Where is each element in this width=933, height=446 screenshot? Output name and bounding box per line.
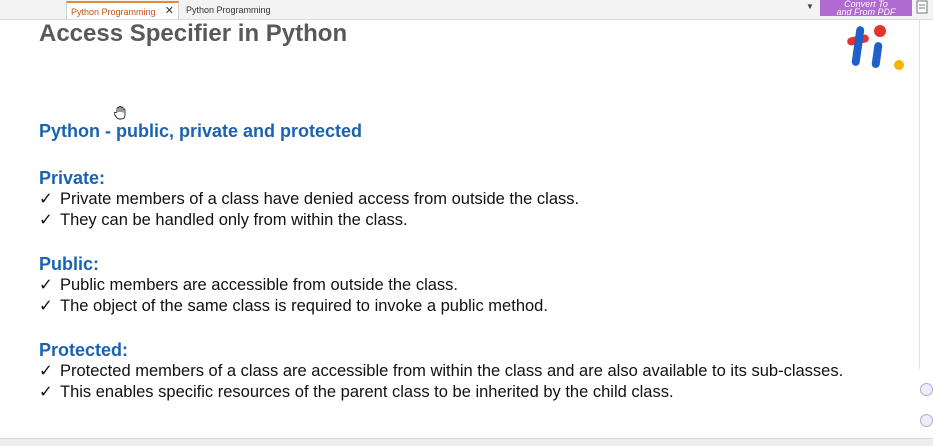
tab-bar: Python Programming ✕ Python Programming …	[0, 0, 933, 20]
hand-cursor-icon	[114, 106, 126, 120]
tab-python-programming-active[interactable]: Python Programming ✕	[66, 1, 179, 19]
list-item: ✓ They can be handled only from within th…	[39, 210, 408, 230]
list-item-text: Public members are accessible from outsi…	[60, 276, 458, 294]
tab-python-programming[interactable]: Python Programming	[182, 1, 302, 19]
list-item: ✓ The object of the same class is require…	[39, 296, 548, 316]
checkmark-icon: ✓	[39, 362, 53, 380]
list-item-text: The object of the same class is required…	[60, 297, 548, 315]
close-icon[interactable]: ✕	[165, 2, 174, 20]
list-item: ✓ Public members are accessible from outs…	[39, 275, 458, 295]
banner-line-2: and From PDF	[836, 7, 896, 17]
list-item: ✓ Private members of a class have denied …	[39, 189, 579, 209]
vertical-scrollbar[interactable]	[919, 19, 928, 369]
section-heading-private: Private:	[39, 168, 106, 188]
page-title: Access Specifier in Python	[39, 20, 348, 47]
subtitle: Python - public, private and protected	[39, 121, 363, 141]
list-item-text: They can be handled only from within the…	[60, 211, 408, 229]
tab-label: Python Programming	[186, 5, 271, 15]
list-item: ✓ This enables specific resources of the …	[39, 382, 674, 402]
convert-pdf-banner[interactable]: Convert To and From PDF	[820, 0, 912, 16]
list-item-text: Protected members of a class are accessi…	[60, 362, 844, 380]
checkmark-icon: ✓	[39, 190, 53, 208]
assistant-icon[interactable]	[920, 414, 933, 427]
section-heading-public: Public:	[39, 254, 100, 274]
section-heading-protected: Protected:	[39, 340, 129, 360]
checkmark-icon: ✓	[39, 383, 53, 401]
brand-logo-icon	[847, 25, 904, 70]
checkmark-icon: ✓	[39, 211, 53, 229]
list-item-text: Private members of a class have denied a…	[60, 190, 580, 208]
chat-icon[interactable]	[920, 383, 933, 396]
tab-label: Python Programming	[71, 7, 156, 17]
checkmark-icon: ✓	[39, 297, 53, 315]
checkmark-icon: ✓	[39, 276, 53, 294]
list-item: ✓ Protected members of a class are access…	[39, 361, 843, 381]
list-item-text: This enables specific resources of the p…	[60, 383, 674, 401]
chevron-down-icon[interactable]: ▼	[806, 2, 814, 11]
document-icon[interactable]	[915, 0, 929, 14]
